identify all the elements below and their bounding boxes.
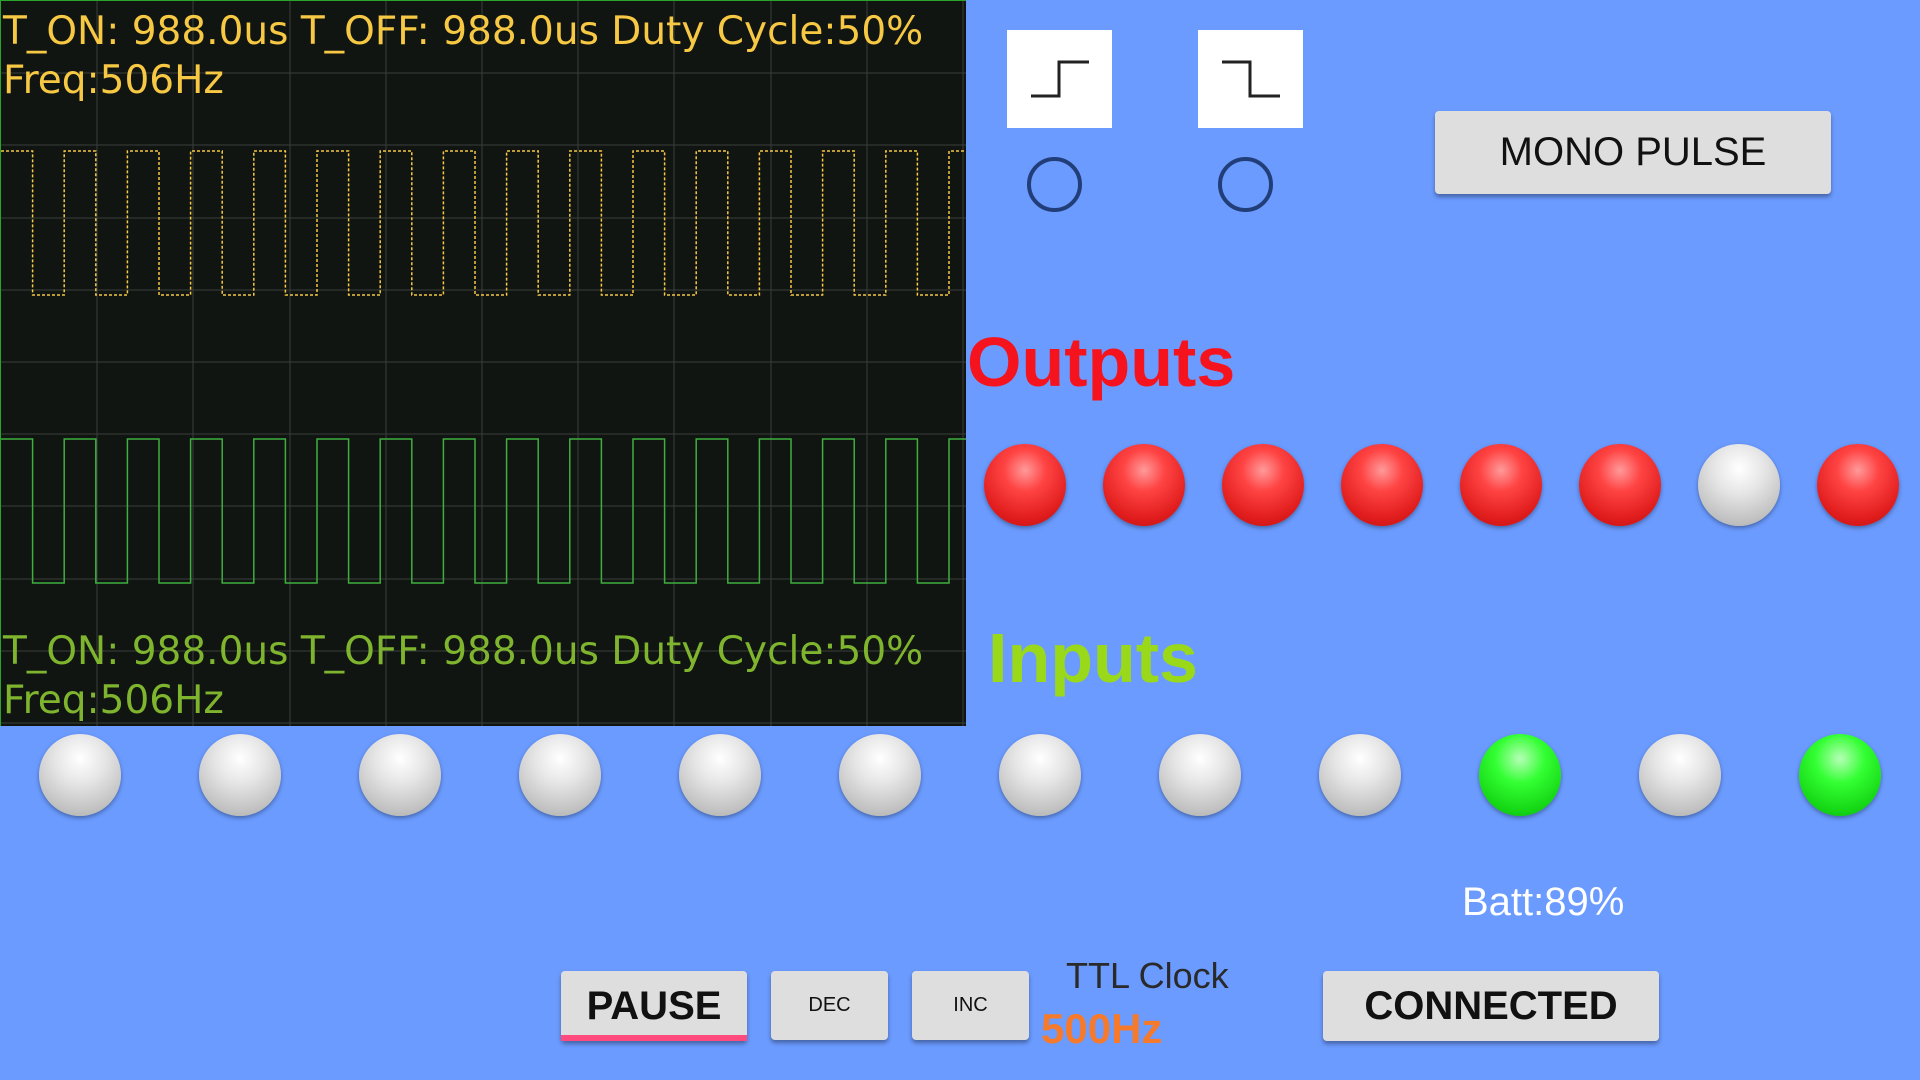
input-led-8[interactable]: [519, 734, 601, 816]
pause-button-label: PAUSE: [586, 983, 722, 1028]
falling-edge-button[interactable]: [1198, 30, 1303, 128]
ch1-timing-readout: T_ON: 988.0us T_OFF: 988.0us Duty Cycle:…: [3, 9, 924, 54]
input-led-4[interactable]: [1159, 734, 1241, 816]
oscilloscope-display: T_ON: 988.0us T_OFF: 988.0us Duty Cycle:…: [0, 0, 966, 726]
input-led-7[interactable]: [679, 734, 761, 816]
ch2-timing-readout: T_ON: 988.0us T_OFF: 988.0us Duty Cycle:…: [3, 629, 924, 674]
input-led-2[interactable]: [1479, 734, 1561, 816]
outputs-title: Outputs: [967, 323, 1236, 401]
falling-edge-radio[interactable]: [1218, 157, 1273, 212]
inputs-title: Inputs: [988, 619, 1198, 697]
falling-edge-icon: [1221, 60, 1280, 98]
ch2-frequency-readout: Freq:506Hz: [3, 678, 224, 723]
scope-waveform-canvas: [1, 1, 966, 726]
input-led-0[interactable]: [1799, 734, 1881, 816]
mono-pulse-button[interactable]: MONO PULSE: [1435, 111, 1831, 194]
output-led-2[interactable]: [1579, 444, 1661, 526]
input-led-6[interactable]: [839, 734, 921, 816]
ch1-frequency-readout: Freq:506Hz: [3, 58, 224, 103]
output-led-1[interactable]: [1698, 444, 1780, 526]
pause-active-indicator: [561, 1035, 747, 1041]
battery-status: Batt:89%: [1462, 880, 1625, 924]
rising-edge-radio[interactable]: [1027, 157, 1082, 212]
ttl-clock-label: TTL Clock: [1066, 955, 1229, 996]
dec-button[interactable]: DEC: [771, 971, 888, 1040]
input-led-11[interactable]: [39, 734, 121, 816]
input-led-1[interactable]: [1639, 734, 1721, 816]
connected-button[interactable]: CONNECTED: [1323, 971, 1659, 1041]
ch1-waveform: [1, 150, 966, 296]
input-led-5[interactable]: [999, 734, 1081, 816]
rising-edge-icon: [1030, 60, 1089, 98]
output-led-6[interactable]: [1103, 444, 1185, 526]
pause-button[interactable]: PAUSE: [561, 971, 747, 1041]
output-led-3[interactable]: [1460, 444, 1542, 526]
output-led-4[interactable]: [1341, 444, 1423, 526]
input-led-9[interactable]: [359, 734, 441, 816]
output-led-7[interactable]: [984, 444, 1066, 526]
ch2-waveform: [1, 438, 966, 584]
output-led-5[interactable]: [1222, 444, 1304, 526]
rising-edge-button[interactable]: [1007, 30, 1112, 128]
inc-button[interactable]: INC: [912, 971, 1029, 1040]
output-led-0[interactable]: [1817, 444, 1899, 526]
input-led-3[interactable]: [1319, 734, 1401, 816]
ttl-clock-value: 500Hz: [1041, 1005, 1163, 1052]
input-led-10[interactable]: [199, 734, 281, 816]
